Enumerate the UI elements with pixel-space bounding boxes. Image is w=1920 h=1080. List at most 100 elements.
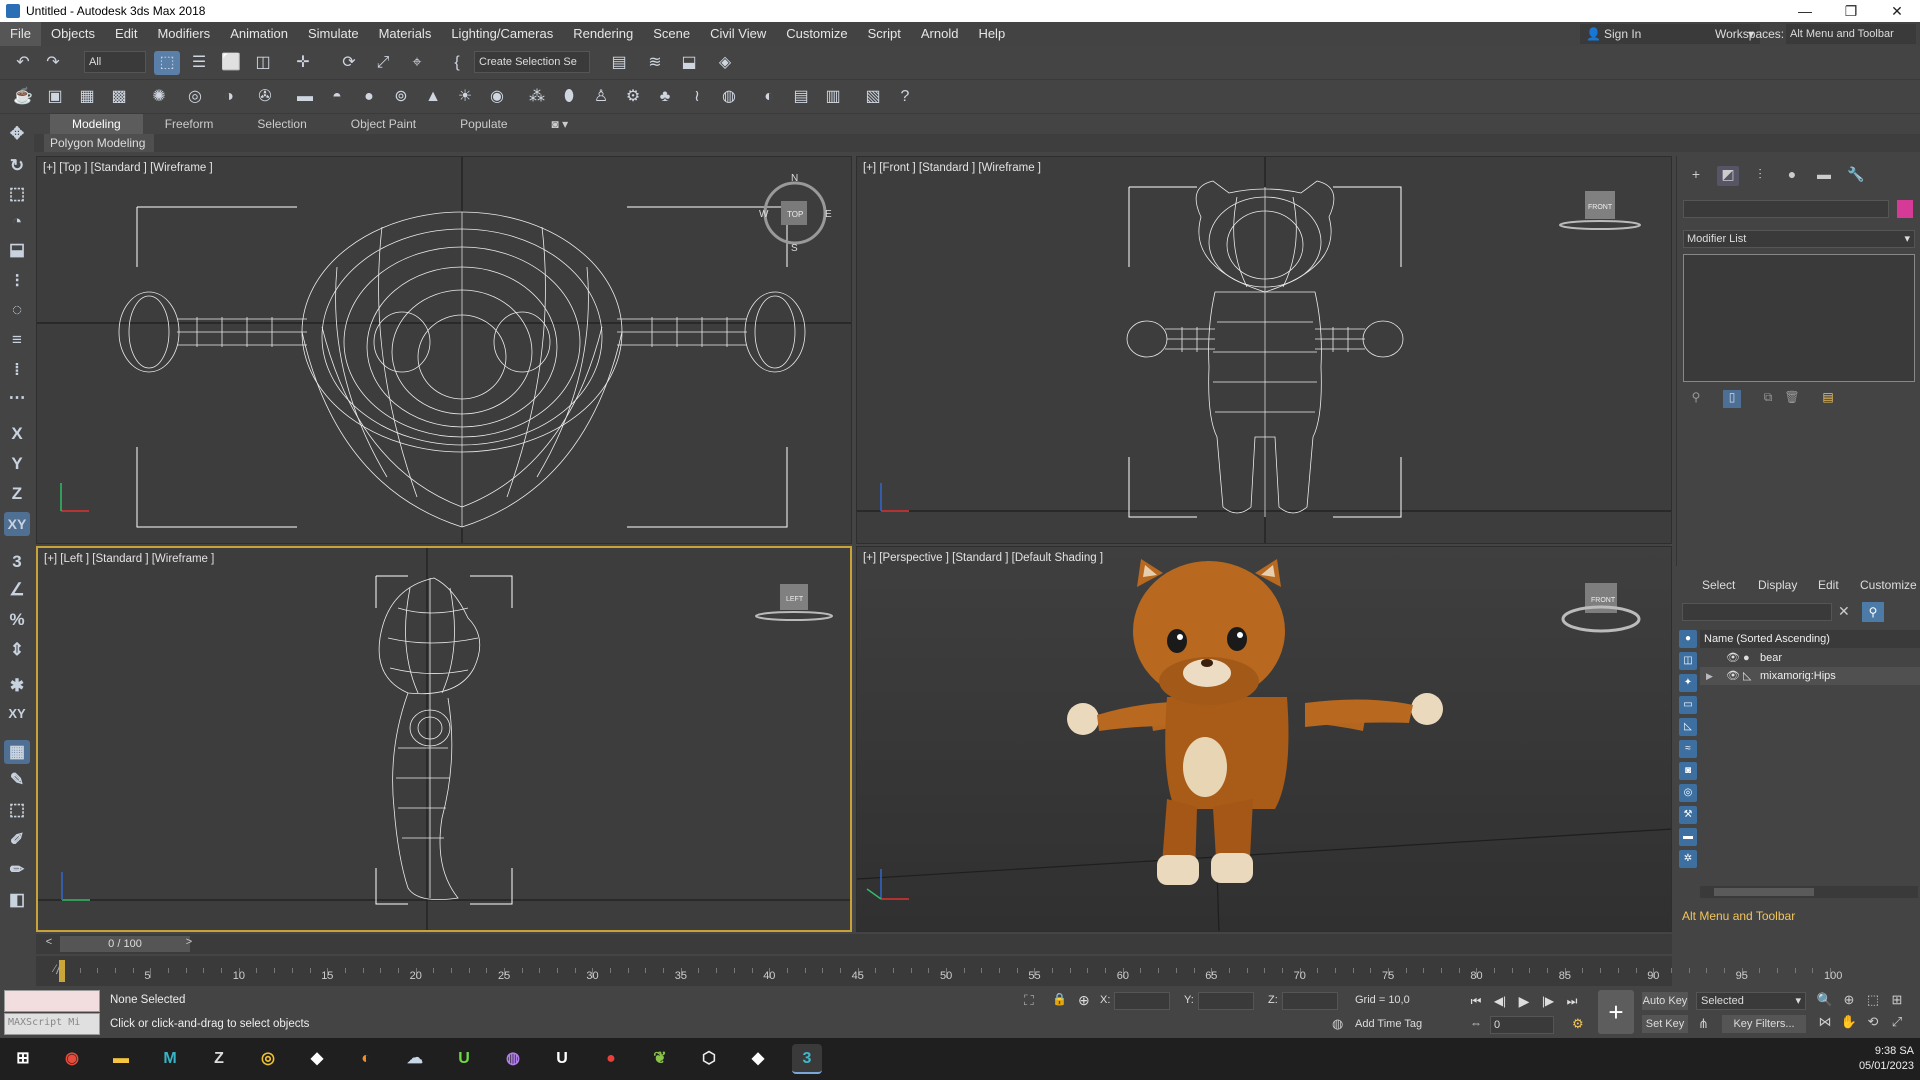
spacing-icon[interactable]: ⋯ — [4, 386, 30, 410]
sun-icon[interactable]: ☀ — [452, 85, 478, 109]
maxscript-mini-listener[interactable]: MAXScript Mi — [4, 1013, 100, 1035]
display-groups-icon[interactable]: ◙ — [1679, 762, 1697, 780]
modifier-stack[interactable] — [1683, 254, 1915, 382]
clear-search-icon[interactable]: ✕ — [1838, 603, 1850, 620]
scrollbar-thumb[interactable] — [1714, 888, 1814, 896]
tab-object-paint[interactable]: Object Paint — [329, 114, 438, 134]
pan-icon[interactable]: ✋ — [1838, 1012, 1860, 1032]
tab-freeform[interactable]: Freeform — [143, 114, 236, 134]
mirror-icon[interactable]: ⫶ — [4, 270, 30, 294]
taskbar-maya-icon[interactable]: M — [155, 1044, 185, 1074]
expand-icon[interactable]: ▶ — [1706, 667, 1713, 685]
taskbar-unity-icon[interactable]: ◆ — [302, 1044, 332, 1074]
spinner-snap-icon[interactable]: ⇕ — [4, 638, 30, 662]
time-tag-icon[interactable]: ◍ — [1332, 1016, 1343, 1032]
time-slider-thumb[interactable]: 0 / 100 — [60, 936, 190, 952]
xy-plane-icon[interactable]: XY — [4, 702, 30, 726]
minimize-button[interactable]: — — [1782, 3, 1828, 20]
polygon-modeling-panel[interactable]: Polygon Modeling — [44, 134, 154, 152]
viewport-front[interactable]: [+] [Front ] [Standard ] [Wireframe ] FR… — [856, 156, 1672, 544]
list-item[interactable]: 👁 ● bear — [1700, 649, 1920, 667]
menu-item-objects[interactable]: Objects — [41, 22, 105, 46]
time-cursor[interactable] — [59, 960, 65, 982]
orbit-view-icon[interactable]: ⟲ — [1862, 1012, 1884, 1032]
current-frame-input[interactable]: 0 — [1490, 1016, 1554, 1034]
viewport-perspective[interactable]: [+] [Perspective ] [Standard ] [Default … — [856, 546, 1672, 932]
snap-3d-icon[interactable]: 3 — [4, 550, 30, 574]
grid-icon[interactable]: ▦ — [4, 740, 30, 764]
go-to-end-icon[interactable]: ⏭ — [1561, 990, 1583, 1012]
display-xrefs-icon[interactable]: ◎ — [1679, 784, 1697, 802]
taskbar-start-icon[interactable]: ⊞ — [8, 1044, 38, 1074]
scale-icon[interactable]: ⤢ — [370, 51, 396, 75]
utilities-tab-icon[interactable]: 🔧 — [1845, 166, 1867, 186]
cone-icon[interactable]: ▲ — [420, 85, 446, 109]
display-spacewarps-icon[interactable]: ≈ — [1679, 740, 1697, 758]
remove-modifier-icon[interactable]: 🗑 — [1783, 390, 1801, 408]
capsule-icon[interactable]: ⬮ — [556, 85, 582, 109]
horizontal-scrollbar[interactable] — [1700, 886, 1918, 898]
display-shapes-icon[interactable]: ◫ — [1679, 652, 1697, 670]
motion-tab-icon[interactable]: ● — [1781, 166, 1803, 186]
configure-sets-icon[interactable]: ▤ — [1819, 390, 1837, 408]
prev-frame-arrow[interactable]: < — [42, 936, 56, 952]
scene-search-input[interactable] — [1682, 603, 1832, 621]
coord-x-input[interactable] — [1114, 992, 1170, 1010]
rect-select-icon[interactable]: ⬜ — [218, 51, 244, 75]
frame-mode-icon[interactable]: ⇔ — [1470, 1016, 1482, 1030]
lock-selection-icon[interactable]: 🔒 — [1052, 992, 1067, 1006]
tab-edit[interactable]: Edit — [1818, 578, 1839, 592]
redo-icon[interactable]: ↷ — [40, 51, 66, 75]
axis-x-button[interactable]: X — [4, 422, 30, 446]
hair-icon[interactable]: ≀ — [684, 85, 710, 109]
track-bar[interactable]: ⁄⋀ 5101520253035404550556065707580859095… — [36, 956, 1842, 986]
menu-item-file[interactable]: File — [0, 22, 41, 46]
rotate-icon[interactable]: ⟳ — [336, 51, 362, 75]
show-end-result-icon[interactable]: ▯ — [1723, 390, 1741, 408]
go-to-start-icon[interactable]: ⏮ — [1465, 990, 1487, 1012]
material-editor-icon[interactable]: ◈ — [712, 51, 738, 75]
hierarchy-tab-icon[interactable]: ⫶ — [1749, 166, 1771, 186]
axis-z-button[interactable]: Z — [4, 482, 30, 506]
next-frame-arrow[interactable]: > — [182, 936, 196, 952]
taskbar-explorer-icon[interactable]: ▬ — [106, 1044, 136, 1074]
batch-render-icon[interactable]: ▥ — [820, 85, 846, 109]
hemisphere-icon[interactable]: ◓ — [324, 85, 350, 109]
layers-icon[interactable]: ◧ — [4, 888, 30, 912]
coord-y-input[interactable] — [1198, 992, 1254, 1010]
menu-item-arnold[interactable]: Arnold — [911, 22, 969, 46]
zoom-all-icon[interactable]: ⊕ — [1838, 990, 1860, 1010]
scale-tool-icon[interactable]: ⬚ — [4, 182, 30, 206]
filter-icon[interactable]: ⚲ — [1862, 602, 1884, 622]
zoom-extents-icon[interactable]: ⬚ — [1862, 990, 1884, 1010]
isolate-icon[interactable]: ⛶ — [1024, 992, 1034, 1009]
list-item[interactable]: ▶ 👁 ◺ mixamorig:Hips — [1700, 667, 1920, 685]
display-all-icon[interactable]: ✲ — [1679, 850, 1697, 868]
pick-icon[interactable]: ✎ — [4, 768, 30, 792]
workspace-dropdown[interactable]: Alt Menu and Toolbar — [1786, 24, 1916, 44]
modify-tab-icon[interactable]: ◩ — [1717, 166, 1739, 186]
shell-icon[interactable]: ◍ — [716, 85, 742, 109]
pin-stack-icon[interactable]: ⚲ — [1687, 390, 1705, 408]
torus-icon[interactable]: ⊚ — [388, 85, 414, 109]
environment-icon[interactable]: ◐ — [756, 85, 782, 109]
display-tab-icon[interactable]: ▬ — [1813, 166, 1835, 186]
circle-select-icon[interactable]: ◌ — [4, 298, 30, 322]
menu-item-edit[interactable]: Edit — [105, 22, 147, 46]
snap-icon[interactable]: ⌖ — [404, 51, 430, 75]
edit-icon[interactable]: ✐ — [4, 828, 30, 852]
visibility-icon[interactable]: 👁 ◺ — [1726, 667, 1751, 685]
biped-icon[interactable]: ♙ — [588, 85, 614, 109]
system-clock[interactable]: 9:38 SA 05/01/2023 — [1836, 1044, 1914, 1074]
absolute-mode-icon[interactable]: ⊕ — [1078, 992, 1090, 1009]
set-key-big-icon[interactable]: + — [1598, 990, 1634, 1034]
play-icon[interactable]: ▶ — [1513, 990, 1535, 1012]
schematic-view-icon[interactable]: ⬓ — [676, 51, 702, 75]
menu-item-materials[interactable]: Materials — [369, 22, 442, 46]
menu-item-rendering[interactable]: Rendering — [563, 22, 643, 46]
axis-y-button[interactable]: Y — [4, 452, 30, 476]
display-geometry-icon[interactable]: ● — [1679, 630, 1697, 648]
tab-populate[interactable]: Populate — [438, 114, 529, 134]
name-column-header[interactable]: Name (Sorted Ascending) — [1700, 630, 1920, 648]
taskbar-blender-icon[interactable]: ◐ — [351, 1044, 381, 1074]
